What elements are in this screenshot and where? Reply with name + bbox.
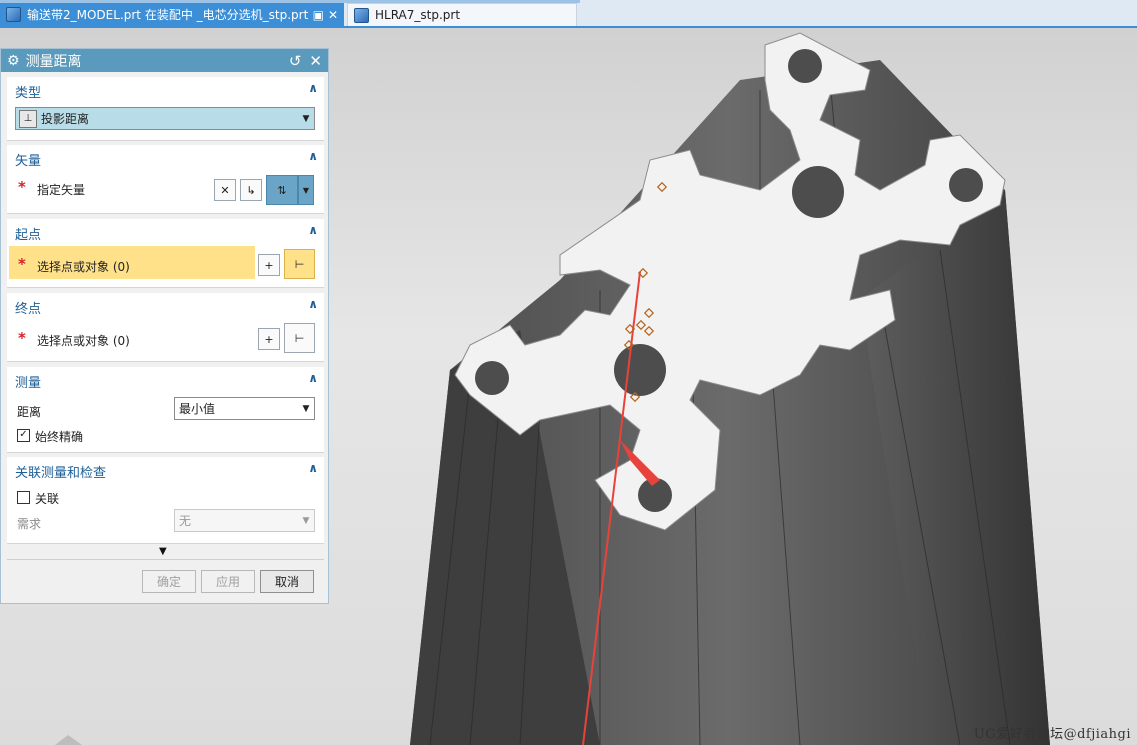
point-snap-icon[interactable]: ⊢ — [284, 249, 315, 279]
collapse-icon[interactable]: ∧ — [308, 149, 318, 163]
required-marker: * — [18, 255, 26, 273]
measure-distance-dialog: ⚙ 测量距离 ↺ ✕ 类型 ∧ ⊥ 投影距离 ▼ 矢量 ∧ * 指定矢量 ✕ ↳… — [0, 48, 329, 604]
always-exact-label: 始终精确 — [35, 430, 84, 444]
required-marker: * — [18, 178, 26, 196]
gear-icon[interactable]: ⚙ — [7, 53, 20, 69]
distance-label: 距离 — [17, 405, 42, 419]
start-point-section: 起点 ∧ * 选择点或对象 (0) + ⊢ — [7, 219, 324, 288]
vector-dialog-icon[interactable]: ↳ — [240, 179, 262, 201]
associative-label: 关联 — [35, 492, 60, 506]
collapse-icon[interactable]: ∧ — [308, 81, 318, 95]
reset-icon[interactable]: ↺ — [289, 52, 302, 70]
tab-active-model[interactable]: 输送带2_MODEL.prt 在装配中 _电芯分选机_stp.prt ▣ ✕ — [0, 3, 344, 26]
apply-button[interactable]: 应用 — [201, 570, 255, 593]
requirement-label: 需求 — [17, 517, 42, 531]
vector-reverse-icon[interactable]: ⇅ — [266, 175, 298, 205]
distance-select[interactable]: 最小值 ▼ — [174, 397, 315, 420]
inferred-vector-icon[interactable]: ✕ — [214, 179, 236, 201]
requirement-selected-value: 无 — [179, 514, 192, 528]
type-select[interactable]: ⊥ 投影距离 ▼ — [15, 107, 315, 130]
tab-inactive-label: HLRA7_stp.prt — [375, 8, 461, 22]
end-section-header[interactable]: 终点 — [15, 298, 41, 317]
type-section: 类型 ∧ ⊥ 投影距离 ▼ — [7, 77, 324, 141]
vector-label: 指定矢量 — [37, 183, 86, 197]
collapse-icon[interactable]: ∧ — [308, 371, 318, 385]
close-icon[interactable]: ✕ — [309, 52, 322, 70]
ok-button[interactable]: 确定 — [142, 570, 196, 593]
always-exact-checkbox[interactable]: ✓ — [17, 429, 30, 442]
dropdown-arrow-icon: ▼ — [302, 515, 310, 526]
requirement-select[interactable]: 无 ▼ — [174, 509, 315, 532]
point-snap-icon[interactable]: ⊢ — [284, 323, 315, 353]
triad-icon — [55, 735, 82, 745]
collapse-icon[interactable]: ∧ — [308, 223, 318, 237]
vector-section-header[interactable]: 矢量 — [15, 150, 41, 169]
tab-hlra7[interactable]: HLRA7_stp.prt — [347, 3, 577, 26]
type-section-header[interactable]: 类型 — [15, 82, 41, 101]
assoc-section-header[interactable]: 关联测量和检查 — [15, 462, 106, 481]
collapse-icon[interactable]: ∧ — [308, 461, 318, 475]
type-selected-value: 投影距离 — [41, 112, 90, 126]
watermark-text: UG爱好者论坛@dfjiahgi — [973, 727, 1131, 742]
measure-section-header[interactable]: 测量 — [15, 372, 41, 391]
point-dialog-icon[interactable]: + — [258, 328, 280, 350]
dropdown-arrow-icon: ▼ — [302, 113, 310, 124]
cancel-button[interactable]: 取消 — [260, 570, 314, 593]
end-point-label: 选择点或对象 (0) — [37, 334, 130, 348]
projected-distance-icon: ⊥ — [19, 109, 37, 128]
vector-section: 矢量 ∧ * 指定矢量 ✕ ↳ ⇅ ▼ — [7, 145, 324, 214]
vector-dropdown-arrow-icon[interactable]: ▼ — [298, 175, 314, 205]
associativity-section: 关联测量和检查 ∧ 关联 需求 无 ▼ — [7, 457, 324, 544]
tab-restore-icon[interactable]: ▣ — [313, 9, 324, 21]
tab-active-label: 输送带2_MODEL.prt 在装配中 _电芯分选机_stp.prt — [27, 8, 309, 22]
dialog-title: 测量距离 — [25, 53, 82, 70]
start-point-label: 选择点或对象 (0) — [37, 260, 130, 274]
document-tab-bar: 输送带2_MODEL.prt 在装配中 _电芯分选机_stp.prt ▣ ✕ H… — [0, 0, 1137, 28]
point-dialog-icon[interactable]: + — [258, 254, 280, 276]
divider — [7, 559, 324, 560]
part-file-icon — [354, 7, 369, 23]
measure-section: 测量 ∧ 距离 最小值 ▼ ✓ 始终精确 — [7, 367, 324, 453]
required-marker: * — [18, 329, 26, 347]
collapse-icon[interactable]: ∧ — [308, 297, 318, 311]
tab-close-icon[interactable]: ✕ — [328, 9, 338, 21]
part-file-icon — [6, 7, 21, 22]
dialog-title-bar[interactable]: ⚙ 测量距离 ↺ ✕ — [1, 49, 328, 72]
end-point-section: 终点 ∧ * 选择点或对象 (0) + ⊢ — [7, 293, 324, 362]
dropdown-arrow-icon: ▼ — [302, 403, 310, 414]
start-section-header[interactable]: 起点 — [15, 224, 41, 243]
distance-selected-value: 最小值 — [179, 402, 216, 416]
associative-checkbox[interactable] — [17, 491, 30, 504]
expand-more-icon[interactable]: ▼ — [159, 546, 167, 557]
